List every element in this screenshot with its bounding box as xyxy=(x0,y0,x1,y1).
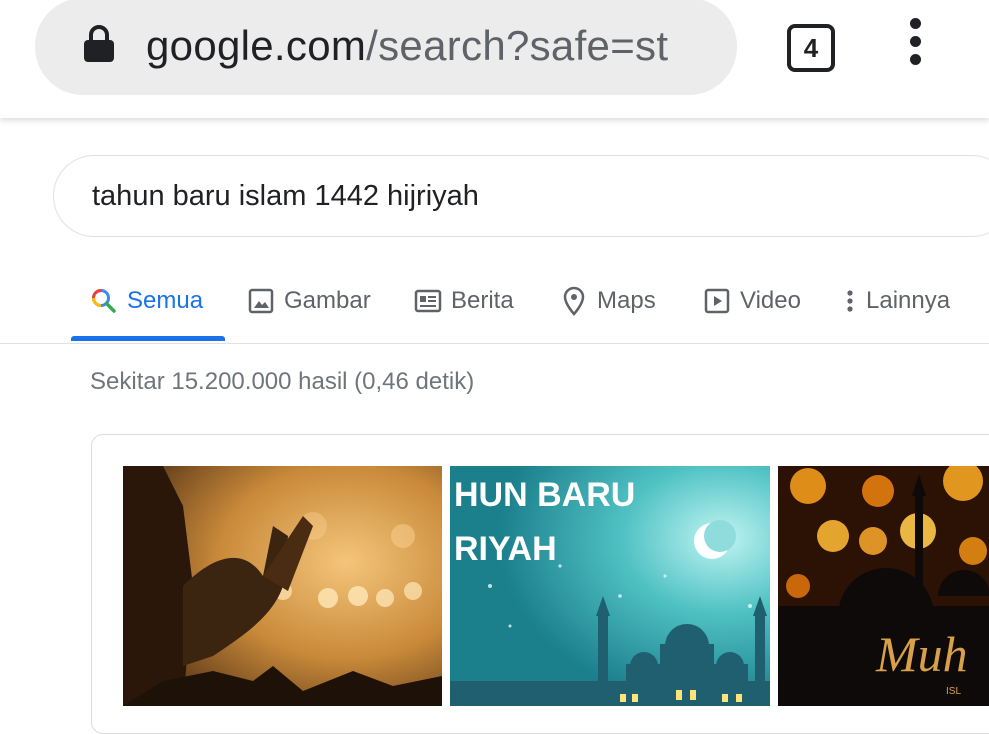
tabs-divider xyxy=(0,343,989,344)
tab-label: Gambar xyxy=(284,287,371,314)
tab-label: Berita xyxy=(451,287,514,314)
image-sub-caption: ISL xyxy=(946,686,961,697)
image-caption: Muh xyxy=(875,626,968,682)
tab-video[interactable]: Video xyxy=(703,268,801,334)
image-icon xyxy=(248,288,274,314)
tab-berita[interactable]: Berita xyxy=(414,268,514,334)
lock-icon xyxy=(84,25,114,62)
search-icon xyxy=(92,289,116,313)
more-vert-icon xyxy=(847,290,853,312)
tab-maps[interactable]: Maps xyxy=(560,268,656,334)
tab-label: Video xyxy=(740,287,801,314)
map-pin-icon xyxy=(563,286,585,316)
search-query: tahun baru islam 1442 hijriyah xyxy=(92,180,479,212)
tab-label: Lainnya xyxy=(866,287,951,314)
search-input[interactable]: tahun baru islam 1442 hijriyah xyxy=(53,155,989,237)
active-tab-indicator xyxy=(71,336,225,341)
more-vert-icon[interactable] xyxy=(905,18,925,70)
browser-toolbar: google.com/search?safe=st 4 xyxy=(0,0,989,118)
news-icon xyxy=(414,289,442,313)
tab-lainnya[interactable]: Lainnya xyxy=(843,268,950,334)
tab-semua[interactable]: Semua xyxy=(90,268,203,334)
video-icon xyxy=(704,288,730,314)
tab-gambar[interactable]: Gambar xyxy=(247,268,371,334)
image-caption-line2: RIYAH xyxy=(454,530,557,568)
url-host: google.com xyxy=(146,22,367,69)
address-url[interactable]: google.com/search?safe=st xyxy=(146,20,712,72)
tab-label: Semua xyxy=(127,287,204,314)
praying-hands-image[interactable] xyxy=(123,466,442,706)
tab-count-label: 4 xyxy=(803,32,819,63)
url-path: /search?safe=st xyxy=(366,22,669,69)
result-stats: Sekitar 15.200.000 hasil (0,46 detik) xyxy=(90,368,475,395)
image-caption-line1: HUN BARU xyxy=(454,476,635,514)
search-tabs: Semua Gambar Berita Maps Video Lainnya xyxy=(0,268,989,344)
tahun-baru-hijriyah-image[interactable]: HUN BARU RIYAH xyxy=(450,466,770,706)
tab-label: Maps xyxy=(597,287,656,314)
muharram-mosque-image[interactable]: Muh ISL xyxy=(778,466,989,706)
tabs-icon[interactable]: 4 xyxy=(787,24,835,72)
